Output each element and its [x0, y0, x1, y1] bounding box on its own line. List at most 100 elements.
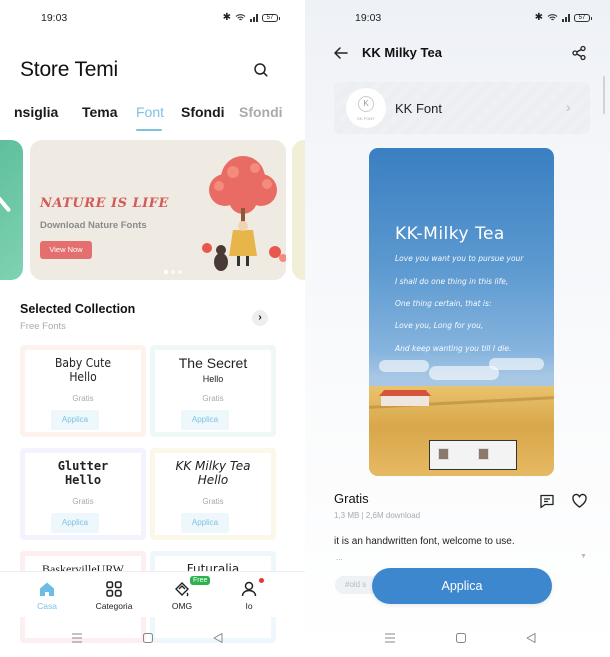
author-name: KK Font: [395, 101, 442, 116]
home-button-icon[interactable]: [141, 631, 155, 645]
banner-previous-slide[interactable]: [0, 140, 23, 280]
banner-pagination: [164, 270, 182, 274]
scrollbar[interactable]: [603, 76, 605, 114]
red-roof-house: [381, 396, 429, 406]
expand-description-icon[interactable]: ▼: [580, 553, 587, 560]
nav-categoria[interactable]: Categoria: [84, 580, 144, 611]
nav-label: Casa: [37, 601, 57, 611]
system-navigation: [0, 627, 305, 649]
font-price: Gratis: [72, 497, 94, 506]
page-dot: [171, 270, 175, 274]
font-preview-image[interactable]: KK-Milky Tea Love you want you to pursue…: [369, 148, 554, 476]
apply-button[interactable]: Applica: [181, 513, 229, 533]
tab-font[interactable]: Font: [136, 104, 164, 120]
view-now-button[interactable]: View Now: [40, 241, 92, 259]
cloud: [379, 360, 429, 372]
grid-icon: [106, 581, 122, 597]
author-avatar: K KK FONT: [346, 88, 386, 128]
font-price: Gratis: [72, 394, 94, 403]
font-preview: Baby Cute Hello: [55, 356, 111, 384]
status-icons: ✱ 57: [534, 12, 592, 23]
heart-icon[interactable]: [571, 493, 588, 509]
tab-sfondi[interactable]: Sfondi: [181, 104, 225, 120]
signal-icon: [562, 13, 570, 22]
author-card[interactable]: K KK FONT KK Font ›: [334, 82, 590, 134]
font-card[interactable]: KK Milky Tea Hello Gratis Applica: [150, 448, 276, 540]
page-dot: [178, 270, 182, 274]
apply-button[interactable]: Applica: [51, 410, 99, 430]
preview-line: One thing certain, that is:: [395, 299, 492, 308]
avatar-letter: K: [358, 96, 374, 112]
store-screen: 19:03 ✱ 57 Store Temi nsiglia Tema Font …: [0, 0, 305, 657]
nav-io[interactable]: Io: [219, 580, 279, 611]
page-title: Store Temi: [20, 58, 118, 81]
nav-label: Io: [245, 601, 253, 611]
preview-title: KK-Milky Tea: [395, 224, 505, 244]
chevron-right-icon: ›: [566, 99, 571, 115]
nav-casa[interactable]: Casa: [17, 580, 77, 611]
status-time: 19:03: [355, 12, 382, 24]
wheat-field: [369, 386, 554, 476]
category-tabs: nsiglia Tema Font Sfondi Sfondi: [0, 104, 305, 134]
heart-tree-illustration: [202, 156, 286, 271]
search-icon[interactable]: [252, 61, 270, 79]
back-triangle-icon[interactable]: [524, 631, 538, 645]
wifi-icon: [547, 14, 558, 21]
home-icon: [40, 582, 54, 596]
see-more-button[interactable]: ›: [252, 310, 268, 326]
share-icon[interactable]: [571, 45, 587, 61]
banner-next-slide[interactable]: [292, 140, 305, 280]
tab-sfondi-2[interactable]: Sfondi: [239, 104, 283, 120]
apply-button[interactable]: Applica: [51, 513, 99, 533]
preview-line: And keep wanting you till I die.: [395, 344, 512, 353]
cloud: [429, 366, 499, 380]
promo-banner[interactable]: NATURE IS LIFE Download Nature Fonts Vie…: [30, 140, 286, 280]
section-title: Selected Collection: [20, 302, 136, 316]
paint-bucket-icon: [175, 582, 189, 597]
font-card[interactable]: Baby Cute Hello Gratis Applica: [20, 345, 146, 437]
tab-consiglia[interactable]: nsiglia: [14, 104, 58, 120]
nav-label: Categoria: [95, 601, 133, 611]
nav-label: OMG: [171, 601, 193, 611]
font-meta: 1,3 MB | 2,6M download: [334, 511, 421, 520]
apply-button[interactable]: Applica: [181, 410, 229, 430]
section-subtitle: Free Fonts: [20, 321, 66, 332]
page-dot: [164, 270, 168, 274]
battery-icon: 57: [574, 13, 592, 22]
font-preview: KK Milky Tea Hello: [175, 459, 251, 487]
font-preview: Glutter Hello: [57, 459, 109, 487]
bluetooth-icon: ✱: [222, 12, 231, 23]
menu-icon[interactable]: [70, 631, 84, 645]
apply-font-button[interactable]: Applica: [372, 568, 552, 604]
status-icons: ✱ 57: [222, 12, 280, 23]
price-label: Gratis: [334, 491, 369, 506]
font-card[interactable]: The Secret Hello Gratis Applica: [150, 345, 276, 437]
avatar-caption: KK FONT: [357, 116, 375, 121]
preview-line: Love you, Long for you,: [395, 321, 484, 330]
signal-icon: [250, 13, 258, 22]
active-tab-indicator: [136, 129, 162, 131]
preview-line: I shall do one thing in this life,: [395, 277, 509, 286]
menu-icon[interactable]: [383, 631, 397, 645]
font-detail-screen: 19:03 ✱ 57 KK Milky Tea K KK FONT KK Fon…: [305, 0, 610, 657]
description-more: ...: [336, 553, 343, 562]
tab-tema[interactable]: Tema: [82, 104, 118, 120]
home-button-icon[interactable]: [454, 631, 468, 645]
bluetooth-icon: ✱: [534, 12, 543, 23]
cloud: [489, 358, 544, 370]
banner-headline: NATURE IS LIFE: [40, 196, 169, 211]
comment-icon[interactable]: [539, 493, 555, 509]
back-arrow-icon[interactable]: [332, 44, 350, 62]
font-card[interactable]: Glutter Hello Gratis Applica: [20, 448, 146, 540]
detail-title: KK Milky Tea: [362, 45, 442, 60]
status-bar: 19:03 ✱ 57: [0, 10, 305, 28]
banner-subtitle: Download Nature Fonts: [40, 220, 147, 231]
battery-icon: 57: [262, 13, 280, 22]
white-cabin: [429, 440, 517, 470]
system-navigation: [305, 627, 610, 649]
status-bar: 19:03 ✱ 57: [305, 10, 610, 28]
notification-dot: [259, 578, 264, 583]
status-time: 19:03: [41, 12, 68, 24]
chevron-right-icon: ›: [258, 312, 262, 323]
back-triangle-icon[interactable]: [211, 631, 225, 645]
